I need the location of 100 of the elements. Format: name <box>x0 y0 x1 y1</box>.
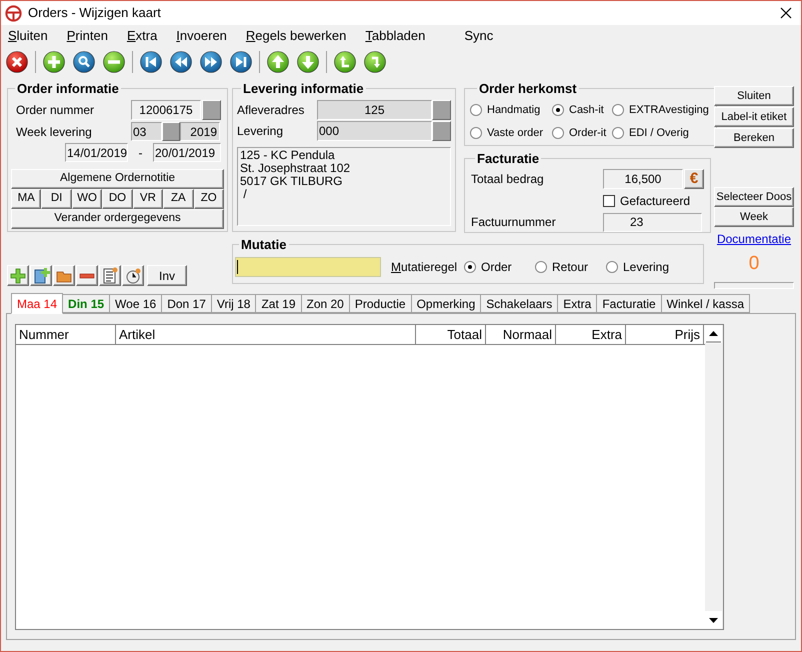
side-button[interactable]: Selecteer Doos <box>714 187 794 207</box>
column-header[interactable]: Artikel <box>116 325 416 344</box>
total-field[interactable]: 16,500 <box>603 168 683 188</box>
radio-icon[interactable] <box>606 260 618 272</box>
field-label: Levering <box>237 122 284 140</box>
week-button[interactable] <box>162 122 180 141</box>
redo-icon[interactable] <box>363 50 387 74</box>
list-icon[interactable] <box>99 265 121 286</box>
side-button[interactable]: Bereken <box>714 128 794 148</box>
tab[interactable]: Vrij 18 <box>210 294 256 313</box>
radio-icon[interactable] <box>464 260 476 272</box>
radio-icon[interactable] <box>612 127 624 140</box>
scrollbar[interactable] <box>705 325 723 629</box>
currency-button[interactable]: € <box>684 168 704 188</box>
radio-option[interactable]: Handmatig <box>470 102 552 118</box>
menu-item[interactable]: Tabbladen <box>365 26 426 46</box>
tab[interactable]: Woe 16 <box>109 294 162 313</box>
change-order-button[interactable]: Verander ordergegevens <box>11 208 224 228</box>
scroll-up-icon[interactable] <box>705 325 722 343</box>
mutation-input[interactable] <box>235 256 381 276</box>
document-plus-icon[interactable] <box>30 265 52 286</box>
day-button[interactable]: ZO <box>194 188 224 208</box>
day-button[interactable]: VR <box>132 188 164 208</box>
radio-option[interactable]: EDI / Overig <box>612 125 708 142</box>
radio-icon[interactable] <box>535 260 547 272</box>
delivery-button[interactable] <box>432 120 451 140</box>
clock-icon[interactable] <box>122 265 144 286</box>
address-field[interactable]: 125 <box>317 100 432 120</box>
lookup-button[interactable] <box>202 100 221 120</box>
radio-option[interactable]: Order <box>464 258 535 276</box>
menu-item[interactable]: Sync <box>464 26 494 46</box>
radio-option[interactable]: EXTRAvestiging <box>612 102 708 118</box>
day-button[interactable]: DI <box>41 188 72 208</box>
minus-icon[interactable] <box>102 50 126 74</box>
radio-option[interactable]: Vaste order <box>470 125 552 142</box>
folder-icon[interactable] <box>53 265 75 286</box>
radio-icon[interactable] <box>470 127 482 140</box>
steering-wheel-icon <box>5 4 22 22</box>
note-button[interactable]: Algemene Ordernotitie <box>11 168 224 188</box>
tab[interactable]: Schakelaars <box>480 294 558 313</box>
radio-option[interactable]: Cash-it <box>552 102 612 118</box>
scroll-down-icon[interactable] <box>705 611 722 629</box>
group-title: Facturatie <box>476 150 540 168</box>
radio-icon[interactable] <box>612 104 624 116</box>
radio-option[interactable]: Order-it <box>552 125 612 142</box>
undo-icon[interactable] <box>333 50 357 74</box>
radio-icon[interactable] <box>470 104 482 116</box>
week-field[interactable]: 03 <box>131 122 162 141</box>
menu-item[interactable]: Extra <box>126 26 158 46</box>
invoice-number-field[interactable]: 23 <box>603 212 702 232</box>
checkbox[interactable] <box>603 194 615 206</box>
mutation-label: Mutatieregel <box>391 258 458 276</box>
skip-back-icon[interactable] <box>139 50 163 74</box>
search-icon[interactable] <box>72 50 96 74</box>
skip-forward-icon[interactable] <box>229 50 253 74</box>
plus-icon[interactable] <box>42 50 66 74</box>
day-button[interactable]: DO <box>102 188 133 208</box>
fast-forward-icon[interactable] <box>199 50 223 74</box>
side-button[interactable]: Sluiten <box>714 86 794 106</box>
day-button[interactable]: ZA <box>163 188 194 208</box>
radio-label: Cash-it <box>569 102 604 118</box>
tab[interactable]: Productie <box>348 294 412 313</box>
day-button[interactable]: MA <box>11 188 42 208</box>
radio-icon[interactable] <box>552 104 564 116</box>
menu-item[interactable]: Sluiten <box>8 26 48 46</box>
date-to-field[interactable]: 20/01/2019 <box>153 143 221 162</box>
tab[interactable]: Maa 14 <box>11 293 64 314</box>
tab[interactable]: Din 15 <box>62 294 110 313</box>
tab[interactable]: Extra <box>557 294 598 313</box>
day-button[interactable]: WO <box>72 188 102 208</box>
inv-button[interactable]: Inv <box>147 265 187 286</box>
radio-option[interactable]: Retour <box>535 258 606 276</box>
side-button[interactable]: Label-it etiket <box>714 107 794 127</box>
tab[interactable]: Opmerking <box>410 294 482 313</box>
arrow-up-icon[interactable] <box>266 50 290 74</box>
tab[interactable]: Don 17 <box>161 294 212 313</box>
delivery-field[interactable]: 000 <box>317 120 432 140</box>
rewind-icon[interactable] <box>169 50 193 74</box>
tab[interactable]: Winkel / kassa <box>660 294 750 313</box>
radio-label: Retour <box>552 258 588 276</box>
date-from-field[interactable]: 14/01/2019 <box>65 143 128 162</box>
radio-icon[interactable] <box>552 127 564 140</box>
field-label: Order nummer <box>16 102 96 119</box>
documentation-link[interactable]: Documentatie <box>714 230 794 248</box>
tab[interactable]: Zon 20 <box>300 294 350 313</box>
menu-item[interactable]: Printen <box>66 26 108 46</box>
menu-item[interactable]: Regels bewerken <box>246 26 346 46</box>
group-title: Order informatie <box>16 80 120 98</box>
tab[interactable]: Zat 19 <box>255 294 302 313</box>
menu-item[interactable]: Invoeren <box>176 26 227 46</box>
side-button[interactable]: Week <box>714 207 794 227</box>
tab[interactable]: Facturatie <box>596 294 662 313</box>
radio-option[interactable]: Levering <box>606 258 677 276</box>
year-field[interactable]: 2019 <box>180 122 220 141</box>
radio-label: EDI / Overig <box>629 126 689 141</box>
order-number-field[interactable]: 12006175 <box>131 100 201 120</box>
address-button[interactable] <box>432 100 451 120</box>
close-icon[interactable] <box>5 50 29 74</box>
radio-label: EXTRAvestiging <box>629 102 709 118</box>
arrow-down-icon[interactable] <box>296 50 320 74</box>
